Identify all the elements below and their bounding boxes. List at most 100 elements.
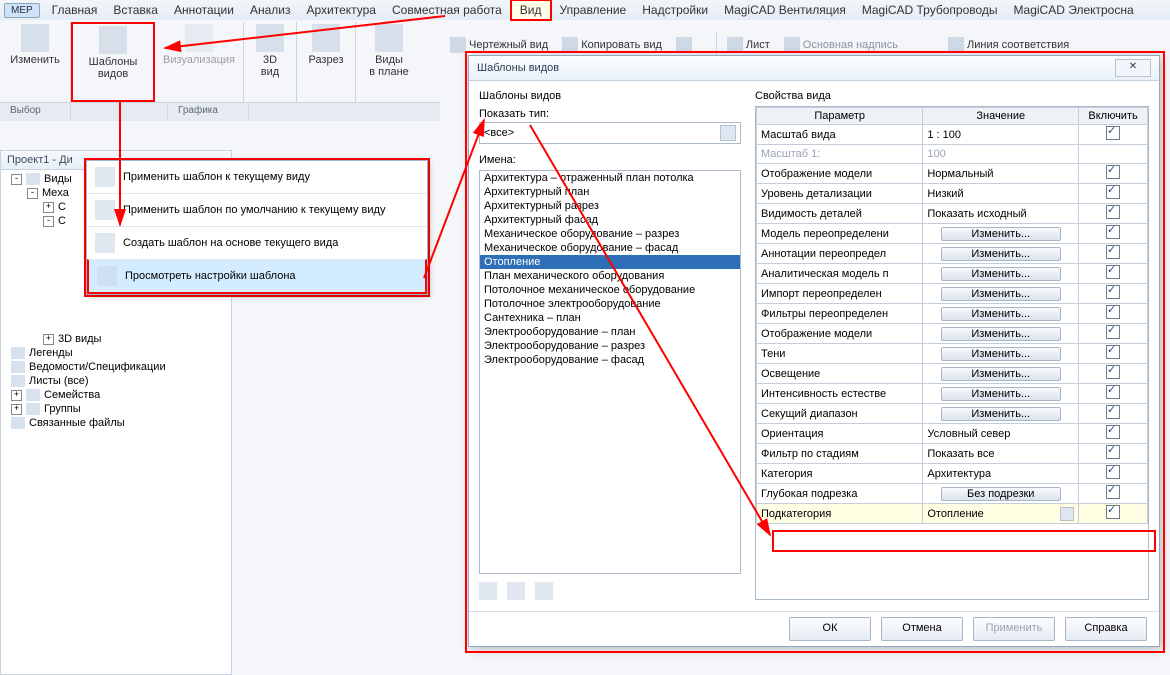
btn-drafting-view[interactable]: Чертежный вид — [446, 35, 552, 55]
table-row[interactable]: Уровень детализацииНизкий — [757, 184, 1148, 204]
menu-insert[interactable]: Вставка — [105, 1, 166, 19]
list-item[interactable]: Электрооборудование – план — [480, 325, 740, 339]
value-cell[interactable]: Изменить... — [923, 324, 1079, 344]
list-item[interactable]: Механическое оборудование – фасад — [480, 241, 740, 255]
include-checkbox[interactable] — [1106, 225, 1120, 239]
col-include[interactable]: Включить — [1079, 108, 1148, 125]
delete-icon[interactable] — [535, 582, 553, 600]
table-row[interactable]: ТениИзменить... — [757, 344, 1148, 364]
tree-links[interactable]: Связанные файлы — [9, 416, 231, 430]
table-row[interactable]: Секущий диапазонИзменить... — [757, 404, 1148, 424]
include-cell[interactable] — [1079, 145, 1148, 164]
include-checkbox[interactable] — [1106, 265, 1120, 279]
include-cell[interactable] — [1079, 164, 1148, 184]
btn-3dview[interactable]: 3D вид — [256, 24, 284, 78]
edit-button[interactable]: Без подрезки — [941, 487, 1061, 501]
ctx-apply-template[interactable]: Применить шаблон к текущему виду — [87, 161, 427, 193]
btn-modify[interactable]: Изменить — [10, 24, 60, 66]
cancel-button[interactable]: Отмена — [881, 617, 963, 641]
include-checkbox[interactable] — [1106, 485, 1120, 499]
include-checkbox[interactable] — [1106, 385, 1120, 399]
include-cell[interactable] — [1079, 444, 1148, 464]
include-cell[interactable] — [1079, 424, 1148, 444]
edit-button[interactable]: Изменить... — [941, 407, 1061, 421]
show-type-select[interactable]: <все> — [479, 122, 741, 144]
edit-button[interactable]: Изменить... — [941, 347, 1061, 361]
edit-button[interactable]: Изменить... — [941, 247, 1061, 261]
table-row[interactable]: Аннотации переопределИзменить... — [757, 244, 1148, 264]
table-row[interactable]: Видимость деталейПоказать исходный — [757, 204, 1148, 224]
include-checkbox[interactable] — [1106, 405, 1120, 419]
btn-sheet[interactable]: Лист — [723, 35, 774, 55]
include-cell[interactable] — [1079, 404, 1148, 424]
include-cell[interactable] — [1079, 304, 1148, 324]
tree-sheets[interactable]: Листы (все) — [9, 374, 231, 388]
close-icon[interactable]: ✕ — [1115, 59, 1151, 77]
value-cell[interactable]: Условный север — [923, 424, 1079, 444]
include-checkbox[interactable] — [1106, 325, 1120, 339]
menu-magicad-vent[interactable]: MagiCAD Вентиляция — [716, 1, 854, 19]
table-row[interactable]: Отображение моделиИзменить... — [757, 324, 1148, 344]
value-cell[interactable]: Изменить... — [923, 284, 1079, 304]
table-row[interactable]: Фильтры переопределенИзменить... — [757, 304, 1148, 324]
menu-collab[interactable]: Совместная работа — [384, 1, 510, 19]
col-param[interactable]: Параметр — [757, 108, 923, 125]
btn-plan-views[interactable]: Виды в плане — [369, 24, 409, 78]
btn-visualization[interactable]: Визуализация — [163, 24, 235, 66]
include-cell[interactable] — [1079, 125, 1148, 145]
list-item[interactable]: План механического оборудования — [480, 269, 740, 283]
templates-listbox[interactable]: Архитектура – отраженный план потолка Арх… — [479, 170, 741, 574]
include-checkbox[interactable] — [1106, 185, 1120, 199]
tree-families[interactable]: +Семейства — [9, 388, 231, 402]
ctx-create-template[interactable]: Создать шаблон на основе текущего вида — [87, 226, 427, 259]
list-item[interactable]: Электрооборудование – фасад — [480, 353, 740, 367]
edit-button[interactable]: Изменить... — [941, 327, 1061, 341]
rename-icon[interactable] — [507, 582, 525, 600]
value-cell[interactable]: Изменить... — [923, 264, 1079, 284]
value-cell[interactable]: 100 — [923, 145, 1079, 164]
value-cell[interactable]: Изменить... — [923, 224, 1079, 244]
value-cell[interactable]: Изменить... — [923, 344, 1079, 364]
ctx-apply-default[interactable]: Применить шаблон по умолчанию к текущему… — [87, 193, 427, 226]
menu-addins[interactable]: Надстройки — [634, 1, 716, 19]
menu-home[interactable]: Главная — [44, 1, 106, 19]
value-cell[interactable]: Изменить... — [923, 304, 1079, 324]
table-row[interactable]: Фильтр по стадиямПоказать все — [757, 444, 1148, 464]
value-cell[interactable]: 1 : 100 — [923, 125, 1079, 145]
include-checkbox[interactable] — [1106, 345, 1120, 359]
btn-matchline[interactable]: Линия соответствия — [944, 35, 1073, 55]
include-checkbox[interactable] — [1106, 245, 1120, 259]
btn-view-templates[interactable]: Шаблоны видов — [89, 26, 138, 80]
menu-view[interactable]: Вид — [510, 0, 552, 21]
include-checkbox[interactable] — [1106, 305, 1120, 319]
btn-section[interactable]: Разрез — [308, 24, 343, 66]
include-checkbox[interactable] — [1106, 465, 1120, 479]
value-cell[interactable]: Нормальный — [923, 164, 1079, 184]
include-checkbox[interactable] — [1106, 205, 1120, 219]
list-item[interactable]: Потолочное механическое оборудование — [480, 283, 740, 297]
include-cell[interactable] — [1079, 464, 1148, 484]
table-row[interactable]: ОсвещениеИзменить... — [757, 364, 1148, 384]
tree-groups[interactable]: +Группы — [9, 402, 231, 416]
help-button[interactable]: Справка — [1065, 617, 1147, 641]
include-checkbox[interactable] — [1106, 445, 1120, 459]
value-cell[interactable]: Изменить... — [923, 364, 1079, 384]
value-cell[interactable]: Архитектура — [923, 464, 1079, 484]
edit-button[interactable]: Изменить... — [941, 307, 1061, 321]
list-item[interactable]: Архитектурный разрез — [480, 199, 740, 213]
list-item[interactable]: Архитектура – отраженный план потолка — [480, 171, 740, 185]
edit-button[interactable]: Изменить... — [941, 267, 1061, 281]
edit-button[interactable]: Изменить... — [941, 287, 1061, 301]
include-cell[interactable] — [1079, 264, 1148, 284]
include-cell[interactable] — [1079, 224, 1148, 244]
value-cell[interactable]: Без подрезки — [923, 484, 1079, 504]
menu-analyze[interactable]: Анализ — [242, 1, 299, 19]
include-checkbox[interactable] — [1106, 126, 1120, 140]
include-cell[interactable] — [1079, 204, 1148, 224]
include-checkbox[interactable] — [1106, 165, 1120, 179]
edit-button[interactable]: Изменить... — [941, 227, 1061, 241]
list-item[interactable]: Отопление — [480, 255, 740, 269]
include-cell[interactable] — [1079, 504, 1148, 524]
include-cell[interactable] — [1079, 324, 1148, 344]
value-cell[interactable]: Показать все — [923, 444, 1079, 464]
